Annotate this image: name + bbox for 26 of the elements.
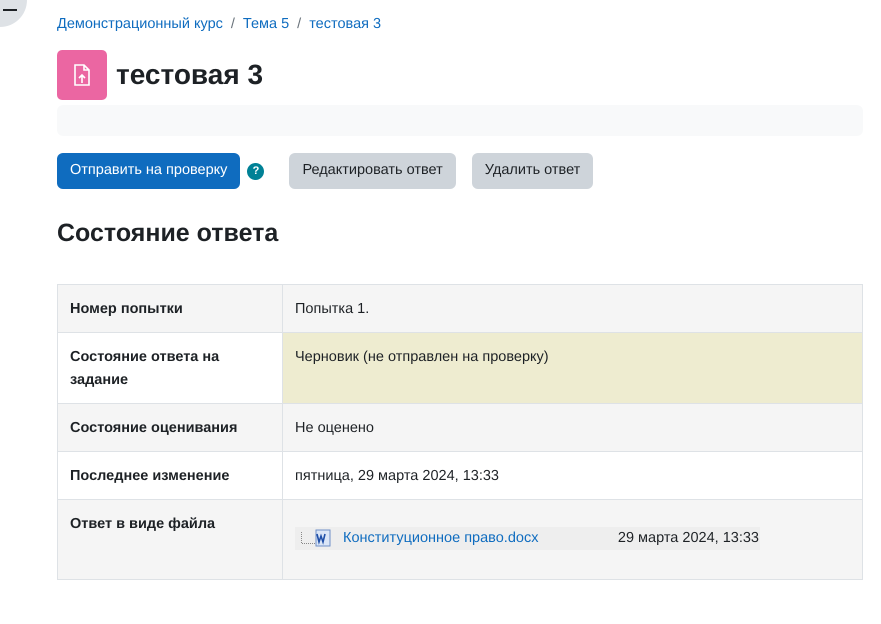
file-link[interactable]: Конституционное право.docx bbox=[343, 526, 538, 550]
assignment-icon bbox=[57, 50, 107, 100]
row-label: Ответ в виде файла bbox=[58, 499, 282, 579]
tree-connector-icon bbox=[301, 532, 315, 544]
row-value: пятница, 29 марта 2024, 13:33 bbox=[282, 451, 862, 499]
section-heading: Состояние ответа bbox=[57, 218, 280, 249]
help-icon[interactable]: ? bbox=[247, 162, 264, 180]
row-value: Не оценено bbox=[282, 403, 862, 451]
breadcrumb-separator: / bbox=[297, 15, 302, 34]
row-label: Состояние ответа на задание bbox=[58, 332, 282, 403]
breadcrumb-link[interactable]: Тема 5 bbox=[242, 14, 290, 36]
word-document-icon bbox=[315, 529, 331, 547]
row-value: Попытка 1. bbox=[282, 284, 862, 332]
page-title: тестовая 3 bbox=[116, 58, 264, 92]
breadcrumb-link[interactable]: тестовая 3 bbox=[309, 14, 382, 36]
row-value: Черновик (не отправлен на проверку) bbox=[282, 332, 862, 403]
menu-icon bbox=[3, 8, 17, 12]
row-label: Номер попытки bbox=[58, 284, 282, 332]
file-date: 29 марта 2024, 13:33 bbox=[618, 528, 759, 548]
delete-button[interactable]: Удалить ответ bbox=[472, 153, 594, 189]
submit-button[interactable]: Отправить на проверку bbox=[57, 153, 240, 189]
row-label: Последнее изменение bbox=[58, 451, 282, 499]
row-label: Состояние оценивания bbox=[58, 403, 282, 451]
breadcrumb-link[interactable]: Демонстрационный курс bbox=[57, 14, 223, 36]
edit-button[interactable]: Редактировать ответ bbox=[289, 153, 456, 189]
breadcrumb-separator: / bbox=[230, 15, 235, 34]
